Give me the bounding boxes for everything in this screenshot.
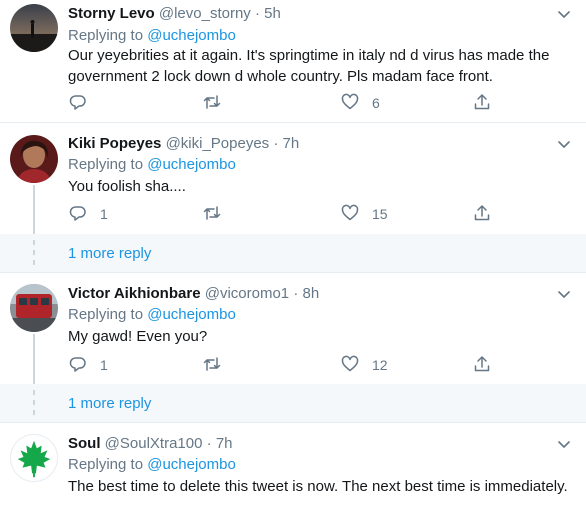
tweet-text: Our yeyebrities at it again. It's spring… [68,47,550,85]
tweet-header: Storny Levo @levo_storny · 5h [68,4,281,24]
tweet-text: The best time to delete this tweet is no… [68,478,568,495]
timestamp[interactable]: 7h [283,135,300,152]
like-button[interactable]: 6 [340,92,380,114]
tweet-3[interactable]: Victor Aikhionbare @vicoromo1 · 8h Reply… [0,273,586,384]
separator-dot: · [293,285,299,302]
replying-to-handle[interactable]: @uchejombo [147,156,236,173]
thread-dots [33,388,35,418]
tweet-text: My gawd! Even you? [68,328,208,345]
share-button[interactable] [472,354,492,376]
tweet-actions: 6 [68,92,490,114]
like-button[interactable]: 12 [340,354,388,376]
tweet-actions: 1 15 [68,203,490,225]
user-handle[interactable]: @vicoromo1 [205,285,289,302]
retweet-icon [202,92,222,115]
more-options-icon[interactable] [554,434,574,454]
replying-to-handle[interactable]: @uchejombo [147,27,236,44]
replying-to: Replying to @uchejombo [68,305,236,325]
display-name[interactable]: Kiki Popeyes [68,135,161,152]
display-name[interactable]: Victor Aikhionbare [68,285,201,302]
reply-icon [68,354,88,377]
retweet-button[interactable] [202,354,234,376]
thread-line [33,334,35,384]
avatar[interactable] [10,4,58,52]
reply-count: 1 [100,357,108,373]
share-icon [472,203,492,226]
like-count: 15 [372,206,388,222]
retweet-icon [202,203,222,226]
share-icon [472,92,492,115]
display-name[interactable]: Soul [68,435,101,452]
share-button[interactable] [472,203,492,225]
more-replies-label[interactable]: 1 more reply [68,394,151,414]
reply-icon [68,92,88,115]
retweet-button[interactable] [202,92,234,114]
like-button[interactable]: 15 [340,203,388,225]
display-name[interactable]: Storny Levo [68,5,155,22]
replying-to: Replying to @uchejombo [68,155,236,175]
replying-to: Replying to @uchejombo [68,26,236,46]
thread-line [33,185,35,234]
more-options-icon[interactable] [554,284,574,304]
separator-dot: · [254,5,260,22]
like-icon [340,203,360,226]
tweet-1[interactable]: Storny Levo @levo_storny · 5h Replying t… [0,0,586,122]
share-button[interactable] [472,92,492,114]
user-handle[interactable]: @levo_storny [159,5,251,22]
replying-to-prefix: Replying to [68,156,144,173]
reply-button[interactable]: 1 [68,354,108,376]
tweet-actions: 1 12 [68,354,490,376]
replying-to-prefix: Replying to [68,456,144,473]
replying-to-prefix: Replying to [68,27,144,44]
reply-count: 1 [100,206,108,222]
avatar[interactable] [10,434,58,482]
replying-to-handle[interactable]: @uchejombo [147,456,236,473]
user-handle[interactable]: @kiki_Popeyes [166,135,270,152]
replying-to-handle[interactable]: @uchejombo [147,306,236,323]
thread-dots [33,238,35,268]
separator-dot: · [206,435,212,452]
retweet-button[interactable] [202,203,234,225]
show-more-replies[interactable]: 1 more reply [0,234,586,272]
like-count: 12 [372,357,388,373]
reply-button[interactable]: 1 [68,203,108,225]
replying-to: Replying to @uchejombo [68,455,236,475]
timestamp[interactable]: 5h [264,5,281,22]
separator-dot: · [273,135,279,152]
tweet-4[interactable]: Soul @SoulXtra100 · 7h Replying to @uche… [0,423,586,506]
user-handle[interactable]: @SoulXtra100 [105,435,203,452]
reply-icon [68,203,88,226]
replying-to-prefix: Replying to [68,306,144,323]
tweet-header: Victor Aikhionbare @vicoromo1 · 8h [68,284,319,304]
retweet-icon [202,354,222,377]
more-options-icon[interactable] [554,4,574,24]
reply-button[interactable] [68,92,100,114]
more-options-icon[interactable] [554,134,574,154]
tweet-header: Kiki Popeyes @kiki_Popeyes · 7h [68,134,299,154]
avatar[interactable] [10,284,58,332]
tweet-header: Soul @SoulXtra100 · 7h [68,434,233,454]
tweet-2[interactable]: Kiki Popeyes @kiki_Popeyes · 7h Replying… [0,123,586,234]
share-icon [472,354,492,377]
tweet-text: You foolish sha.... [68,178,186,195]
timestamp[interactable]: 7h [216,435,233,452]
like-icon [340,92,360,115]
avatar[interactable] [10,135,58,183]
more-replies-label[interactable]: 1 more reply [68,244,151,264]
like-icon [340,354,360,377]
timestamp[interactable]: 8h [302,285,319,302]
show-more-replies[interactable]: 1 more reply [0,384,586,422]
like-count: 6 [372,95,380,111]
